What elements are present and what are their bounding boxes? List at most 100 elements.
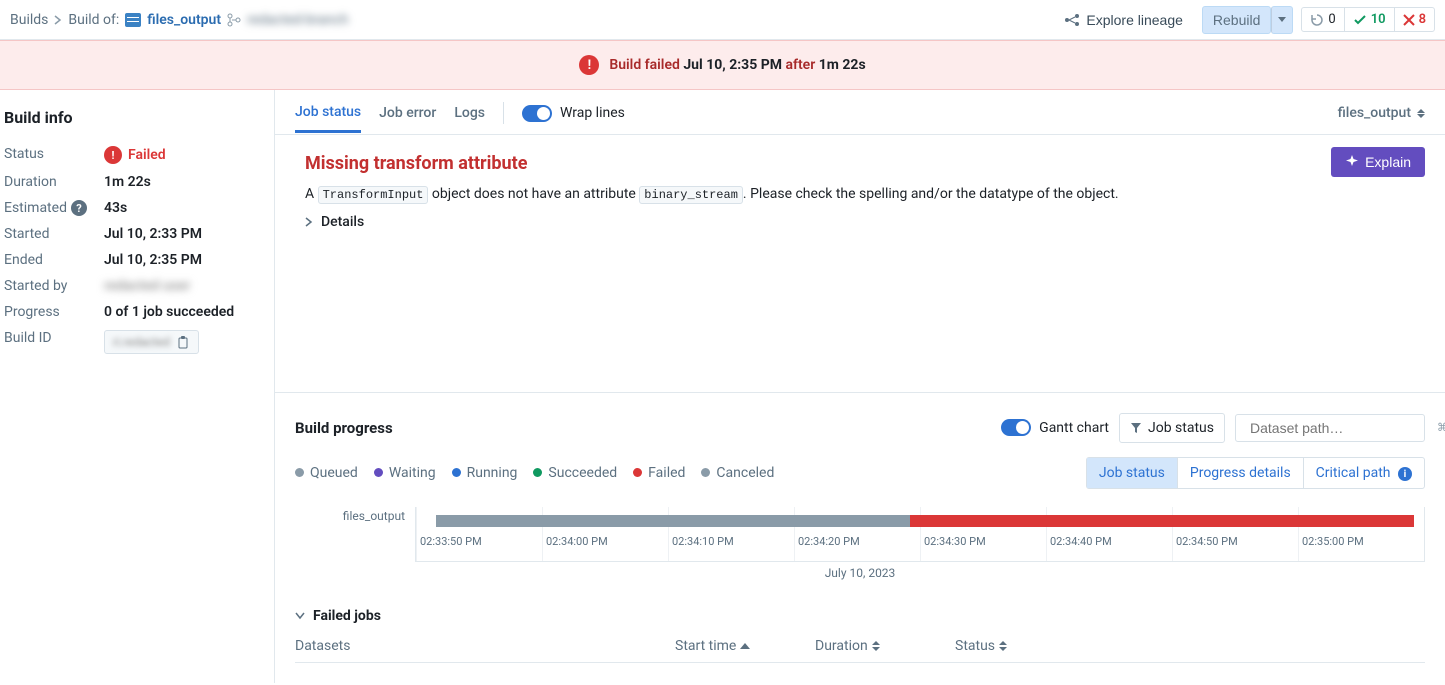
col-status[interactable]: Status: [955, 638, 1095, 654]
col-duration[interactable]: Duration: [815, 638, 955, 654]
crumb-dataset[interactable]: files_output: [147, 12, 221, 28]
errors-count: 8: [1419, 12, 1426, 27]
top-bar: Builds Build of: files_output redacted-b…: [0, 0, 1445, 40]
seg-progress-details[interactable]: Progress details: [1177, 458, 1303, 489]
failed-jobs-section: Failed jobs Datasets Start time Duration…: [295, 608, 1425, 663]
seg-job-status[interactable]: Job status: [1087, 458, 1177, 489]
banner-duration: 1m 22s: [819, 57, 866, 73]
gantt-tick-label: 02:34:00 PM: [542, 535, 668, 548]
banner-after: after: [785, 57, 815, 73]
topbar-actions: Explore lineage Rebuild 0 10 8: [1053, 6, 1435, 34]
ended-label: Ended: [4, 252, 104, 268]
file-selector[interactable]: files_output: [1338, 105, 1425, 131]
status-checks[interactable]: 10: [1344, 8, 1394, 31]
toggle-switch-icon: [1001, 419, 1031, 436]
banner-time: Jul 10, 2:35 PM: [683, 57, 782, 73]
status-errors[interactable]: 8: [1394, 8, 1434, 31]
banner-message: Build failed Jul 10, 2:35 PM after 1m 22…: [609, 57, 865, 73]
rebuild-label: Rebuild: [1213, 12, 1260, 28]
banner-prefix: Build failed: [609, 57, 680, 73]
build-progress-section: Build progress Gantt chart Job status ⌘K: [275, 392, 1445, 684]
job-status-filter-button[interactable]: Job status: [1119, 413, 1225, 443]
gantt-bar-failed[interactable]: [910, 515, 1414, 527]
dot-waiting-icon: [374, 468, 383, 477]
sort-icon: [999, 641, 1007, 651]
tab-logs[interactable]: Logs: [454, 105, 485, 131]
col-start[interactable]: Start time: [675, 638, 815, 654]
chevron-right-icon: [54, 15, 62, 25]
build-progress-heading: Build progress: [295, 419, 393, 437]
dot-queued-icon: [295, 468, 304, 477]
build-id-value: ri.redacted: [113, 335, 170, 349]
branch-icon: [227, 13, 241, 27]
gantt-tick-label: 02:35:00 PM: [1298, 535, 1424, 548]
sort-icon: [872, 641, 880, 651]
check-icon: [1353, 13, 1367, 27]
status-label: Status: [4, 146, 104, 164]
jobs-table-header: Datasets Start time Duration Status: [295, 638, 1425, 663]
seg-critical-path[interactable]: Critical path i: [1303, 458, 1424, 489]
crumb-builds[interactable]: Builds: [10, 12, 48, 28]
dataset-search-box[interactable]: ⌘K: [1235, 414, 1425, 442]
gantt-row-label: files_output: [295, 507, 415, 562]
rebuild-dropdown[interactable]: [1271, 6, 1293, 34]
gantt-tick-label: 02:34:10 PM: [668, 535, 794, 548]
duration-value: 1m 22s: [104, 174, 151, 190]
main-layout: Build info Status ! Failed Duration 1m 2…: [0, 90, 1445, 683]
status-refresh[interactable]: 0: [1302, 8, 1343, 31]
x-icon: [1403, 14, 1415, 26]
failed-jobs-heading: Failed jobs: [313, 608, 381, 624]
sort-asc-icon: [740, 643, 750, 649]
status-value: ! Failed: [104, 146, 166, 164]
details-toggle[interactable]: Details: [305, 214, 1425, 230]
gantt-bar-queued[interactable]: [436, 515, 910, 527]
gantt-toggle[interactable]: Gantt chart: [1001, 419, 1109, 436]
dot-running-icon: [452, 468, 461, 477]
tab-divider: [503, 102, 504, 124]
explore-lineage-label: Explore lineage: [1086, 12, 1183, 28]
help-icon[interactable]: ?: [71, 200, 87, 216]
wrap-lines-toggle[interactable]: Wrap lines: [522, 105, 625, 132]
search-kbd: ⌘K: [1437, 421, 1445, 434]
clipboard-icon[interactable]: [176, 335, 190, 349]
explain-button[interactable]: Explain: [1331, 147, 1425, 177]
dataset-icon: [125, 13, 141, 27]
filter-label: Job status: [1148, 420, 1214, 436]
graph-icon: [1064, 12, 1080, 28]
gantt-tick-label: 02:34:30 PM: [920, 535, 1046, 548]
info-icon: i: [1398, 467, 1412, 481]
build-info-heading: Build info: [4, 108, 264, 127]
dot-canceled-icon: [701, 468, 710, 477]
error-text: A TransformInput object does not have an…: [305, 186, 1425, 202]
error-detail: Explain Missing transform attribute A Tr…: [275, 135, 1445, 238]
explore-lineage-button[interactable]: Explore lineage: [1053, 6, 1194, 34]
filter-icon: [1130, 422, 1142, 434]
legend: Queued Waiting Running Succeeded Failed …: [295, 465, 774, 481]
build-id-label: Build ID: [4, 330, 104, 354]
tab-job-error[interactable]: Job error: [379, 105, 436, 131]
build-failed-banner: ! Build failed Jul 10, 2:35 PM after 1m …: [0, 40, 1445, 90]
crumb-branch[interactable]: redacted-branch: [247, 12, 348, 28]
tab-job-status[interactable]: Job status: [295, 104, 361, 133]
gantt-canvas[interactable]: 02:33:50 PM02:34:00 PM02:34:10 PM02:34:2…: [415, 507, 1425, 562]
failed-jobs-toggle[interactable]: Failed jobs: [295, 608, 1425, 624]
crumb-build-of: Build of:: [68, 12, 119, 28]
details-label: Details: [321, 214, 364, 230]
started-by-label: Started by: [4, 278, 104, 294]
rebuild-button[interactable]: Rebuild: [1202, 6, 1271, 34]
refresh-icon: [1310, 13, 1324, 27]
build-id-box: ri.redacted: [104, 330, 199, 354]
chevron-down-icon: [295, 612, 305, 620]
toggle-switch-icon: [522, 105, 552, 122]
col-datasets[interactable]: Datasets: [295, 638, 675, 654]
content-tabs-row: Job status Job error Logs Wrap lines fil…: [275, 90, 1445, 135]
dataset-search-input[interactable]: [1250, 420, 1431, 436]
gantt-tick-label: 02:34:50 PM: [1172, 535, 1298, 548]
view-segment-group: Job status Progress details Critical pat…: [1086, 457, 1425, 490]
gantt-date: July 10, 2023: [295, 566, 1425, 580]
breadcrumbs: Builds Build of: files_output redacted-b…: [10, 12, 348, 28]
gantt-chart: files_output 02:33:50 PM02:34:00 PM02:34…: [295, 507, 1425, 562]
duration-label: Duration: [4, 174, 104, 190]
started-value: Jul 10, 2:33 PM: [104, 226, 202, 242]
dot-succeeded-icon: [533, 468, 542, 477]
